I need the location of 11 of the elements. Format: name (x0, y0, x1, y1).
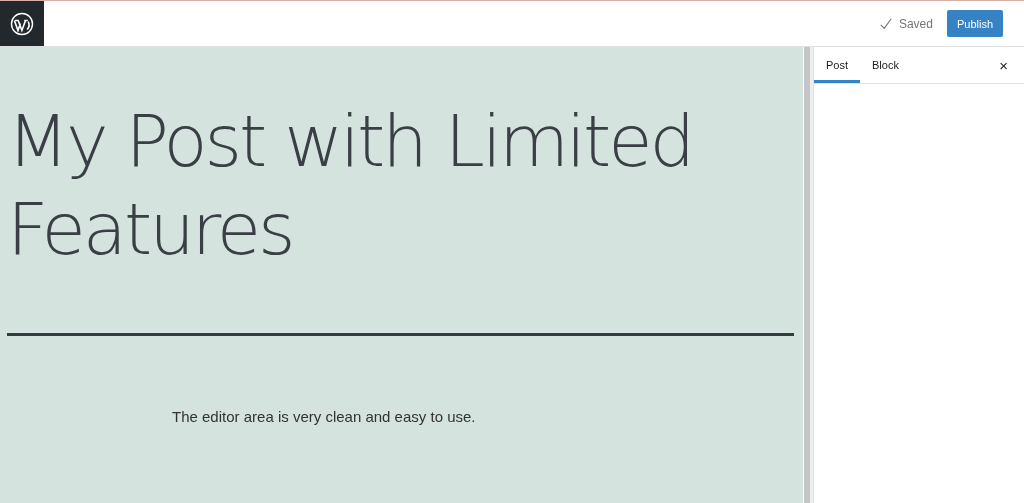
paragraph-block[interactable]: The editor area is very clean and easy to use. (172, 408, 803, 425)
close-button[interactable]: × (983, 47, 1024, 83)
save-status: Saved (898, 16, 933, 31)
post-title[interactable]: My Post with Limited Features (7, 97, 803, 273)
sidebar-tab[interactable]: Block (860, 47, 911, 83)
wordpress-logo[interactable] (0, 1, 44, 46)
scrollbar[interactable] (804, 47, 813, 503)
sidebar-tab[interactable]: Post (814, 47, 860, 83)
publish-button[interactable]: Publish (946, 10, 1003, 37)
checkmark-icon (878, 16, 893, 31)
wordpress-icon (10, 11, 34, 36)
